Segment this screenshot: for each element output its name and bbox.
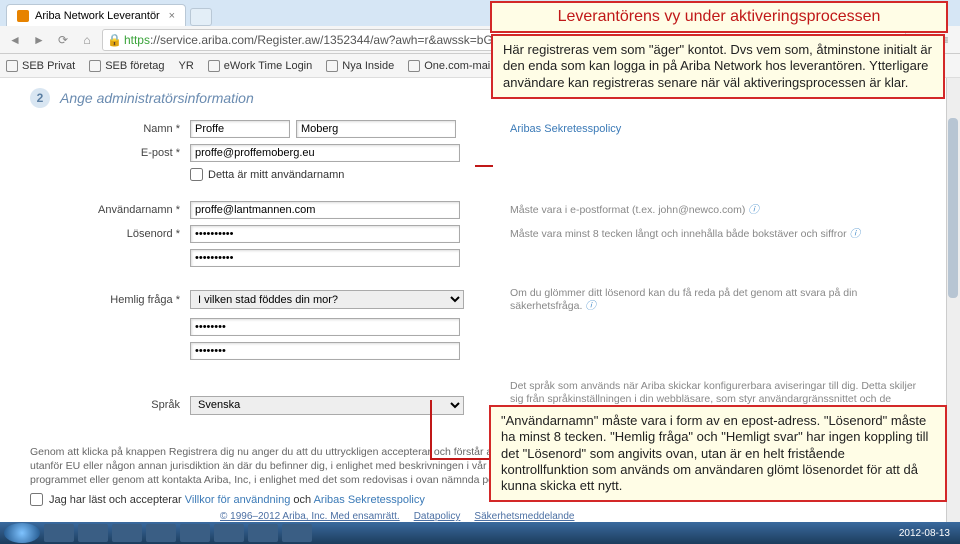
annotation-top: Här registreras vem som "äger" kontot. D…	[491, 34, 945, 99]
label-name: Namn *	[30, 123, 180, 135]
annotation-bottom: "Användarnamn" måste vara i form av en e…	[489, 405, 947, 502]
bookmark-item[interactable]: SEB Privat	[6, 60, 75, 72]
bookmark-item[interactable]: SEB företag	[89, 60, 164, 72]
hint-password: Måste vara minst 8 tecken långt och inne…	[510, 228, 930, 241]
label-language: Språk	[30, 399, 180, 411]
info-icon[interactable]: ⓘ	[850, 228, 861, 240]
bookmark-icon	[89, 60, 101, 72]
url-protocol: https	[124, 33, 150, 47]
callout-line	[430, 400, 432, 460]
windows-taskbar: 2012-08-13	[0, 522, 960, 544]
taskbar-app-icon[interactable]	[146, 524, 176, 542]
firstname-field[interactable]	[190, 120, 290, 138]
password-field[interactable]	[190, 225, 460, 243]
secret-question-select[interactable]: I vilken stad föddes din mor?	[190, 290, 464, 309]
language-select[interactable]: Svenska	[190, 396, 464, 415]
footer-copyright: © 1996–2012 Ariba, Inc. Med ensamrätt.	[220, 511, 400, 522]
own-username-checkbox[interactable]	[190, 168, 203, 181]
email-field[interactable]	[190, 144, 460, 162]
lock-icon: 🔒	[107, 33, 122, 47]
taskbar-app-icon[interactable]	[248, 524, 278, 542]
bookmark-item[interactable]: One.com-mail	[408, 60, 492, 72]
bookmark-icon	[326, 60, 338, 72]
password-confirm-field[interactable]	[190, 249, 460, 267]
privacy-link[interactable]: Aribas Sekretesspolicy	[510, 123, 621, 135]
secret-answer-confirm-field[interactable]	[190, 342, 460, 360]
close-icon[interactable]: ×	[169, 10, 175, 22]
label-secretq: Hemlig fråga *	[30, 294, 180, 306]
callout-line	[475, 165, 493, 167]
reload-icon[interactable]: ⟳	[54, 31, 72, 49]
accept-checkbox[interactable]	[30, 493, 43, 506]
taskbar-app-icon[interactable]	[112, 524, 142, 542]
username-field[interactable]	[190, 201, 460, 219]
browser-tab[interactable]: Ariba Network Leverantör ×	[6, 4, 186, 26]
step-number: 2	[30, 88, 50, 108]
taskbar-date: 2012-08-13	[899, 528, 956, 539]
lastname-field[interactable]	[296, 120, 456, 138]
secret-answer-field[interactable]	[190, 318, 460, 336]
bookmark-icon	[208, 60, 220, 72]
newtab-button[interactable]	[190, 8, 212, 26]
page-footer: © 1996–2012 Ariba, Inc. Med ensamrätt. D…	[220, 511, 574, 522]
callout-line	[430, 458, 490, 460]
taskbar-app-icon[interactable]	[214, 524, 244, 542]
policy-link[interactable]: Aribas Sekretesspolicy	[314, 494, 425, 506]
label-password: Lösenord *	[30, 228, 180, 240]
annotation-title: Leverantörens vy under aktiveringsproces…	[490, 1, 948, 33]
hint-secretq: Om du glömmer ditt lösenord kan du få re…	[510, 287, 930, 312]
taskbar-app-icon[interactable]	[180, 524, 210, 542]
taskbar-app-icon[interactable]	[282, 524, 312, 542]
bookmark-icon	[6, 60, 18, 72]
taskbar-app-icon[interactable]	[44, 524, 74, 542]
info-icon[interactable]: ⓘ	[585, 300, 596, 312]
info-icon[interactable]: ⓘ	[748, 204, 759, 216]
tab-title: Ariba Network Leverantör	[35, 10, 160, 22]
back-icon[interactable]: ◄	[6, 31, 24, 49]
accept-label: Jag har läst och accepterar Villkor för …	[49, 494, 425, 506]
terms-link[interactable]: Villkor för användning	[185, 494, 291, 506]
scrollbar[interactable]	[946, 78, 960, 522]
label-username: Användarnamn *	[30, 204, 180, 216]
label-email: E-post *	[30, 147, 180, 159]
bookmark-item[interactable]: YR	[179, 60, 194, 72]
bookmark-icon	[408, 60, 420, 72]
forward-icon[interactable]: ►	[30, 31, 48, 49]
scroll-thumb[interactable]	[948, 118, 958, 298]
bookmark-item[interactable]: eWork Time Login	[208, 60, 312, 72]
favicon-icon	[17, 10, 29, 22]
section-title: Ange administratörsinformation	[60, 90, 254, 106]
bookmark-item[interactable]: Nya Inside	[326, 60, 394, 72]
hint-username: Måste vara i e-postformat (t.ex. john@ne…	[510, 204, 930, 217]
start-button[interactable]	[4, 523, 40, 543]
home-icon[interactable]: ⌂	[78, 31, 96, 49]
taskbar-app-icon[interactable]	[78, 524, 108, 542]
own-username-label: Detta är mitt användarnamn	[208, 169, 344, 181]
footer-security-link[interactable]: Säkerhetsmeddelande	[474, 511, 574, 522]
footer-datapolicy-link[interactable]: Datapolicy	[414, 511, 461, 522]
